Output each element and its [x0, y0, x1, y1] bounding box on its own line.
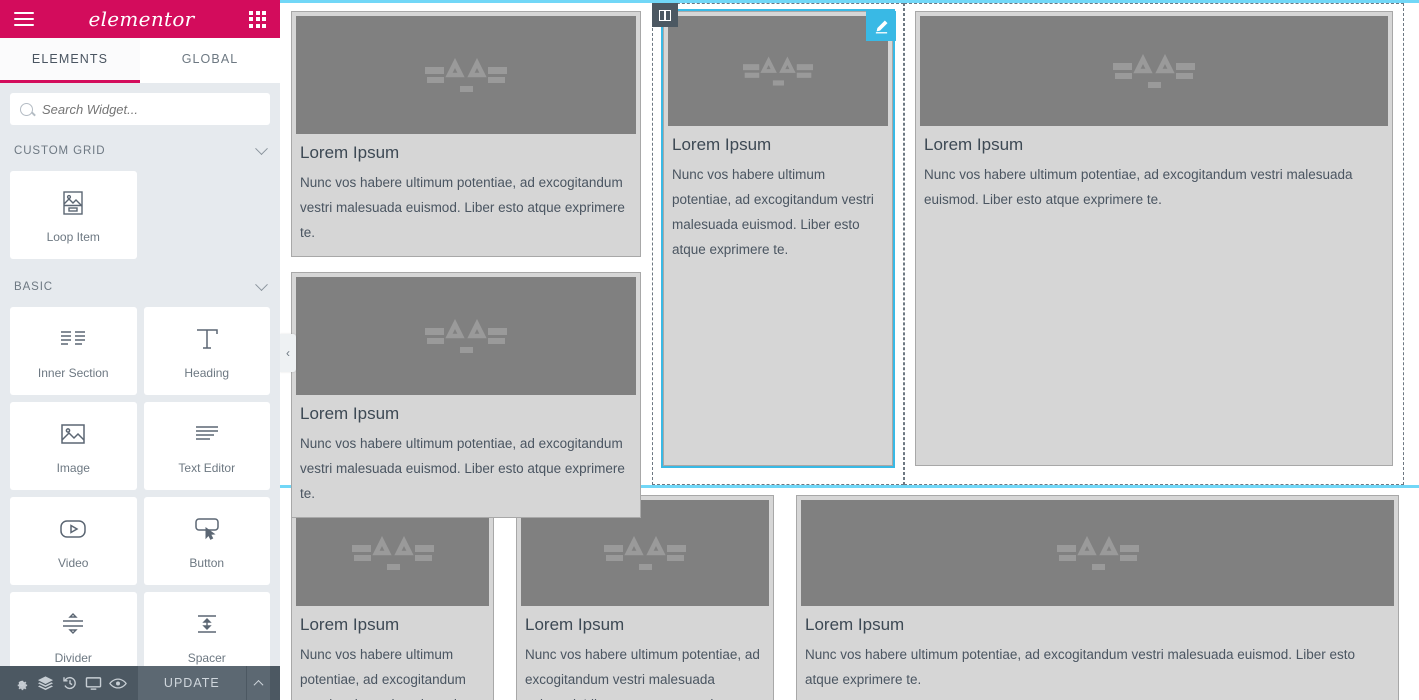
tab-elements[interactable]: ELEMENTS	[0, 38, 140, 83]
image-placeholder-icon	[296, 16, 636, 134]
chevron-down-icon	[255, 141, 268, 155]
chevron-down-icon	[255, 277, 268, 291]
bottom-column-3[interactable]: Lorem Ipsum Nunc vos habere ultimum pote…	[785, 495, 1410, 700]
widget-label: Text Editor	[178, 460, 236, 475]
preview-eye-icon[interactable]	[106, 666, 130, 700]
widget-heading[interactable]: Heading	[143, 307, 270, 395]
widget-grid-basic: Inner Section Heading Image Text Editor …	[10, 307, 270, 680]
column-left[interactable]: Lorem Ipsum Nunc vos habere ultimum pote…	[280, 3, 652, 518]
card-text: Nunc vos habere ultimum potentiae, ad ex…	[525, 647, 763, 700]
card-text: Nunc vos habere ultimum potentiae, ad ex…	[300, 647, 466, 700]
widget-label: Divider	[54, 650, 92, 665]
widget-inner-section[interactable]: Inner Section	[10, 307, 137, 395]
video-icon	[56, 513, 90, 545]
card[interactable]: Lorem Ipsum Nunc vos habere ultimum pote…	[915, 11, 1393, 466]
image-placeholder-icon	[920, 16, 1388, 126]
panel-collapse-toggle[interactable]: ‹	[280, 334, 296, 372]
category-title: CUSTOM GRID	[14, 145, 106, 157]
card-title: Lorem Ipsum	[672, 135, 772, 154]
navigator-layers-icon[interactable]	[34, 666, 58, 700]
responsive-mode-icon[interactable]	[82, 666, 106, 700]
card-title: Lorem Ipsum	[300, 143, 400, 162]
card-title: Lorem Ipsum	[805, 615, 905, 634]
card-text: Nunc vos habere ultimum potentiae, ad ex…	[672, 167, 874, 257]
card[interactable]: Lorem Ipsum Nunc vos habere ultimum pote…	[516, 495, 774, 700]
bottom-column-2[interactable]: Lorem Ipsum Nunc vos habere ultimum pote…	[505, 495, 785, 700]
widget-label: Inner Section	[37, 365, 109, 380]
widget-label: Loop Item	[46, 229, 100, 244]
widget-grid-custom-grid: Loop Item	[10, 171, 270, 259]
image-placeholder-icon	[296, 276, 636, 395]
column-right[interactable]: Lorem Ipsum Nunc vos habere ultimum pote…	[904, 3, 1404, 485]
bottom-column-1[interactable]: Lorem Ipsum Nunc vos habere ultimum pote…	[280, 495, 505, 700]
card-text: Nunc vos habere ultimum potentiae, ad ex…	[805, 647, 1356, 687]
panel-footer: UPDATE	[0, 666, 280, 700]
card[interactable]: Lorem Ipsum Nunc vos habere ultimum pote…	[663, 11, 893, 466]
widget-label: Heading	[184, 365, 230, 380]
text-editor-icon	[190, 418, 224, 450]
category-header-custom-grid[interactable]: CUSTOM GRID	[10, 139, 270, 171]
category-header-basic[interactable]: BASIC	[10, 259, 270, 307]
update-button[interactable]: UPDATE	[137, 666, 246, 700]
card-text: Nunc vos habere ultimum potentiae, ad ex…	[300, 435, 625, 501]
history-icon[interactable]	[58, 666, 82, 700]
card-title: Lorem Ipsum	[300, 403, 400, 423]
card-text: Nunc vos habere ultimum potentiae, ad ex…	[924, 167, 1353, 207]
search-widget-box[interactable]	[10, 93, 270, 125]
inner-section-icon	[56, 323, 90, 355]
widget-loop-item[interactable]: Loop Item	[10, 171, 137, 259]
widget-image[interactable]: Image	[10, 402, 137, 490]
hamburger-icon[interactable]	[14, 11, 34, 27]
panel-tabs: ELEMENTS GLOBAL	[0, 38, 280, 83]
pencil-edit-icon[interactable]	[866, 11, 896, 41]
search-input[interactable]	[42, 101, 260, 117]
card[interactable]: Lorem Ipsum Nunc vos habere ultimum pote…	[291, 11, 641, 257]
spacer-icon	[190, 608, 224, 640]
widget-text-editor[interactable]: Text Editor	[143, 402, 270, 490]
button-icon	[190, 513, 224, 545]
editor-canvas: ‹ Lorem Ipsum Nunc vos habere ultimum po…	[280, 0, 1419, 700]
canvas-section-bottom[interactable]: Lorem Ipsum Nunc vos habere ultimum pote…	[280, 488, 1419, 700]
column-middle[interactable]: Lorem Ipsum Nunc vos habere ultimum pote…	[652, 3, 904, 485]
widget-label: Spacer	[187, 650, 226, 665]
elementor-logo: elementor	[88, 7, 195, 31]
card[interactable]: Lorem Ipsum Nunc vos habere ultimum pote…	[291, 271, 641, 518]
grid-apps-icon[interactable]	[249, 10, 266, 28]
widget-panel: elementor ELEMENTS GLOBAL CUSTOM GRID	[0, 0, 280, 700]
widget-label: Image	[56, 460, 90, 475]
heading-icon	[190, 323, 224, 355]
canvas-section-top[interactable]: Lorem Ipsum Nunc vos habere ultimum pote…	[280, 0, 1419, 518]
widget-button[interactable]: Button	[143, 497, 270, 585]
category-title: BASIC	[14, 281, 54, 293]
loop-item-icon	[56, 187, 90, 219]
widget-label: Button	[189, 555, 225, 570]
settings-gear-icon[interactable]	[10, 666, 34, 700]
search-icon	[20, 102, 33, 116]
panel-header: elementor	[0, 0, 280, 38]
column-handle-icon[interactable]	[652, 3, 678, 27]
card-title: Lorem Ipsum	[924, 135, 1024, 154]
image-placeholder-icon	[801, 500, 1394, 606]
divider-icon	[56, 608, 90, 640]
card-title: Lorem Ipsum	[525, 615, 625, 634]
panel-body: CUSTOM GRID Loop Item	[0, 83, 280, 700]
tab-global[interactable]: GLOBAL	[140, 38, 280, 83]
image-placeholder-icon	[668, 16, 888, 126]
widget-label: Video	[58, 555, 89, 570]
elementor-editor: elementor ELEMENTS GLOBAL CUSTOM GRID	[0, 0, 1419, 700]
caret-up-icon	[253, 679, 264, 690]
widget-video[interactable]: Video	[10, 497, 137, 585]
image-icon	[56, 418, 90, 450]
update-options-caret[interactable]	[245, 666, 270, 700]
card[interactable]: Lorem Ipsum Nunc vos habere ultimum pote…	[796, 495, 1399, 700]
chevron-left-icon: ‹	[286, 346, 290, 360]
card-text: Nunc vos habere ultimum potentiae, ad ex…	[300, 175, 625, 240]
card[interactable]: Lorem Ipsum Nunc vos habere ultimum pote…	[291, 495, 494, 700]
card-title: Lorem Ipsum	[300, 615, 400, 634]
